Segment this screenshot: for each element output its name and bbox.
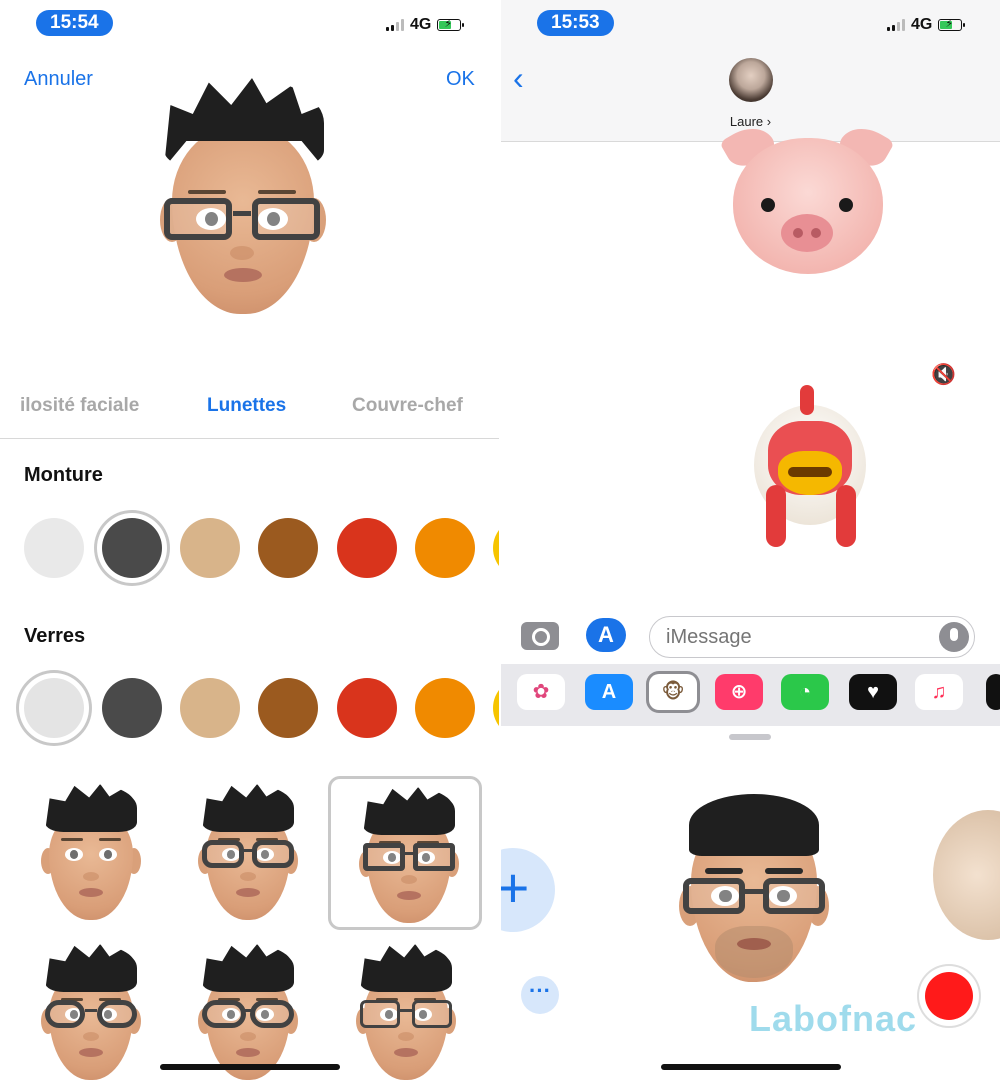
new-memoji-button[interactable]: + xyxy=(501,848,555,932)
network-label: 4G xyxy=(410,16,432,33)
status-time: 15:53 xyxy=(537,10,614,36)
frame-color-swatch[interactable] xyxy=(337,518,397,578)
memoji-live-preview[interactable] xyxy=(679,794,829,984)
memoji-thumbnail xyxy=(198,944,298,1080)
home-indicator xyxy=(160,1064,340,1070)
lens-color-swatch[interactable] xyxy=(337,678,397,738)
lens-color-picker xyxy=(0,668,499,748)
lens-color-swatch[interactable] xyxy=(102,678,162,738)
frame-color-swatch[interactable] xyxy=(102,518,162,578)
imessage-screen: ‹ Laure › 15:53 4G ⚡ 🔇 A ✿ A 🐵 ⊕ ◔ ♥ ♫ xyxy=(501,0,1000,1080)
frame-color-picker xyxy=(0,508,499,588)
cell-signal-icon xyxy=(887,19,905,31)
lens-section-title: Verres xyxy=(24,625,86,647)
message-input[interactable] xyxy=(649,616,975,658)
search-web-icon[interactable]: ⊕ xyxy=(715,674,763,710)
memoji-editor-screen: 15:54 4G ⚡ Annuler OK ilosité faciale Lu… xyxy=(0,0,499,1080)
home-indicator xyxy=(661,1064,841,1070)
glasses-style-option[interactable] xyxy=(13,936,167,1080)
app-store-icon[interactable]: A xyxy=(585,674,633,710)
tab-facial-hair[interactable]: ilosité faciale xyxy=(20,395,139,417)
tab-headwear[interactable]: Couvre-chef xyxy=(352,395,463,417)
imessage-app-drawer: ✿ A 🐵 ⊕ ◔ ♥ ♫ xyxy=(501,664,1000,726)
contact-avatar[interactable] xyxy=(729,58,773,102)
record-button[interactable] xyxy=(919,966,979,1026)
back-chevron-icon[interactable]: ‹ xyxy=(513,62,524,94)
glasses-style-option[interactable] xyxy=(328,776,482,930)
lens-color-swatch[interactable] xyxy=(415,678,475,738)
cell-signal-icon xyxy=(386,19,404,31)
animoji-monkey-icon[interactable]: 🐵 xyxy=(649,674,697,710)
status-indicators: 4G ⚡ xyxy=(887,16,966,34)
tabs-divider xyxy=(0,438,499,439)
watermark: Labofnac xyxy=(749,998,918,1039)
status-time: 15:54 xyxy=(36,10,113,36)
memoji-preview xyxy=(158,66,328,316)
lens-color-swatch[interactable] xyxy=(24,678,84,738)
glasses-style-option[interactable] xyxy=(328,936,482,1080)
glasses-style-option[interactable] xyxy=(170,936,324,1080)
more-options-button[interactable]: ··· xyxy=(521,976,559,1014)
monkey-animoji-option[interactable] xyxy=(933,810,1000,940)
frame-section-title: Monture xyxy=(24,464,103,486)
digital-touch-icon[interactable]: ♥ xyxy=(849,674,897,710)
cancel-button[interactable]: Annuler xyxy=(24,68,93,91)
tab-glasses[interactable]: Lunettes xyxy=(207,395,286,417)
memoji-thumbnail xyxy=(359,787,459,923)
frame-color-swatch[interactable] xyxy=(180,518,240,578)
memoji-thumbnail xyxy=(356,944,456,1080)
microphone-icon[interactable] xyxy=(939,622,969,652)
memoji-thumbnail xyxy=(41,784,141,920)
beard-shape xyxy=(715,926,793,978)
lens-color-swatch[interactable] xyxy=(180,678,240,738)
network-label: 4G xyxy=(911,16,933,33)
chicken-animoji-message[interactable] xyxy=(746,385,874,555)
memoji-thumbnail xyxy=(41,944,141,1080)
glasses-style-option[interactable] xyxy=(170,776,324,930)
lens-color-swatch[interactable] xyxy=(258,678,318,738)
clock-icon[interactable]: ◔ xyxy=(781,674,829,710)
frame-color-swatch[interactable] xyxy=(24,518,84,578)
app-store-button[interactable]: A xyxy=(586,618,626,652)
battery-icon: ⚡ xyxy=(437,18,465,31)
pig-animoji-message[interactable] xyxy=(719,118,895,276)
contact-name[interactable]: Laure › xyxy=(501,114,1000,129)
photos-icon[interactable]: ✿ xyxy=(517,674,565,710)
memoji-thumbnail xyxy=(198,784,298,920)
drawer-grabber[interactable] xyxy=(729,734,771,740)
camera-icon[interactable] xyxy=(521,622,559,650)
category-tabs: ilosité faciale Lunettes Couvre-chef xyxy=(0,390,499,426)
ok-button[interactable]: OK xyxy=(446,68,475,91)
glasses-style-option[interactable] xyxy=(13,776,167,930)
frame-color-swatch[interactable] xyxy=(258,518,318,578)
compose-bar: A xyxy=(501,610,1000,664)
music-icon[interactable]: ♫ xyxy=(915,674,963,710)
animoji-drawer: + ··· Labofnac xyxy=(501,726,1000,1080)
frame-color-swatch[interactable] xyxy=(415,518,475,578)
app-overflow-icon[interactable] xyxy=(986,674,1000,710)
battery-icon: ⚡ xyxy=(938,18,966,31)
speaker-muted-icon[interactable]: 🔇 xyxy=(931,362,956,387)
status-indicators: 4G ⚡ xyxy=(386,16,465,34)
